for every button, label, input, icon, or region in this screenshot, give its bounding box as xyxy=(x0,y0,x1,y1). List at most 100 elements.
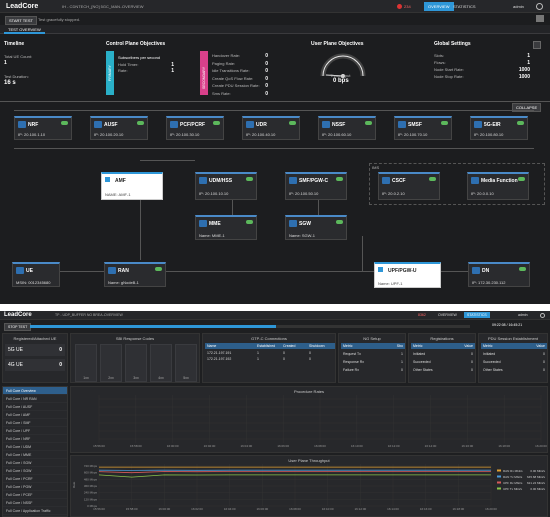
sms-rate-label: Sms Rate: xyxy=(212,90,231,96)
primary-label: PRIMARY xyxy=(108,65,112,81)
node-5geir-detail: IP: 20.100.80.10 xyxy=(474,132,504,137)
node-upf-name: UPF/PGW-U xyxy=(388,268,417,274)
sidebar-item[interactable]: Full Core / SGW xyxy=(3,467,67,475)
sidebar-item[interactable]: Full Core / NR RAN xyxy=(3,395,67,403)
sms-rate-value: 0 xyxy=(265,90,268,97)
table-row[interactable]: 172.21.197.192 1 0 0 xyxy=(205,356,335,362)
user-menu[interactable]: admin xyxy=(513,4,524,9)
stats-gear-icon[interactable] xyxy=(540,313,545,318)
edit-icon[interactable] xyxy=(533,41,541,49)
stats-breadcrumb-page[interactable]: OVERVIEW xyxy=(104,313,123,317)
cloud-icon xyxy=(61,121,68,125)
pdu-panel: PDU Session Establishment Metric Value In… xyxy=(478,333,548,383)
ng-setup-panel: NG Setup Metric Sbo Request Tx 1 Response … xyxy=(338,333,406,383)
breadcrumb-page[interactable]: OVERVIEW xyxy=(122,4,144,9)
node-smf-detail: IP: 20.100.50.10 xyxy=(289,191,319,196)
sidebar-item[interactable]: Full Core / UDM xyxy=(3,443,67,451)
registrations-panel: Registrations Metric Value Initiated 0 Suc… xyxy=(408,333,476,383)
node-smsf[interactable]: SMSF IP: 20.100.70.10 xyxy=(394,116,452,140)
gtpc-header: Name Established Created Shutdown xyxy=(205,343,335,349)
ue-count-label: Total UE Count: xyxy=(4,54,33,59)
start-test-button[interactable]: START TEST xyxy=(5,16,37,25)
node-sgw[interactable]: SGW Name: SGW-1 xyxy=(285,215,347,240)
gear-icon[interactable] xyxy=(536,3,543,10)
secondary-label: SECONDARY xyxy=(202,66,206,89)
alert-icon[interactable] xyxy=(397,4,402,9)
procedure-rates-chart: 15:56:00 15:58:00 16:00:00 16:02:00 16:04:00… xyxy=(93,395,547,448)
sidebar-item[interactable]: Full Core / PGW xyxy=(3,483,67,491)
node-ue[interactable]: UE MSIN: 0012345680 xyxy=(12,262,60,287)
node-cscf[interactable]: CSCF IP: 20.0.2.10 xyxy=(378,172,440,200)
node-udm[interactable]: UDM/HSS IP: 20.100.10.10 xyxy=(195,172,257,200)
node-5geir-name: 5G-EIR xyxy=(484,122,501,128)
sbi-column: 4xx xyxy=(150,344,172,382)
save-icon[interactable] xyxy=(536,15,544,22)
throughput-title: User Plane Throughput xyxy=(288,458,330,463)
node-nssf[interactable]: NSSF IP: 20.100.60.10 xyxy=(318,116,376,140)
sidebar-item[interactable]: Full Core / AMF xyxy=(3,411,67,419)
node-dn-name: DN xyxy=(482,268,490,274)
node-ran-detail: Name: gNodeB-1 xyxy=(108,280,139,285)
elapsed-time: 09:22:08 / 16:45:21 xyxy=(492,323,523,327)
sidebar-item[interactable]: Full Core / PCRF xyxy=(3,475,67,483)
stats-statistics-button[interactable]: STATISTICS xyxy=(464,312,490,318)
sidebar-item[interactable]: Full Core Overview xyxy=(3,387,67,395)
node-ue-name: UE xyxy=(26,268,33,274)
stats-overview-link[interactable]: OVERVIEW xyxy=(438,313,457,317)
node-pcf-detail: IP: 20.100.30.10 xyxy=(170,132,200,137)
gtpc-head-created: Created xyxy=(283,344,296,348)
sidebar-item[interactable]: Full Core / UPF xyxy=(3,427,67,435)
sidebar-item[interactable]: Full Core / Application Traffic xyxy=(3,507,67,515)
node-pcf[interactable]: PCF/PCRF IP: 20.100.30.10 xyxy=(166,116,224,140)
legend-value: 0.00 Mbit/s xyxy=(530,469,545,473)
sidebar-item[interactable]: Full Core / AUSF xyxy=(3,403,67,411)
primary-tag: PRIMARY xyxy=(106,51,114,95)
sidebar-item[interactable]: Full Core / SGW xyxy=(3,459,67,467)
node-mme[interactable]: MME Name: MME-1 xyxy=(195,215,257,240)
user-plane-title: User Plane Objectives xyxy=(311,41,364,47)
node-nrf[interactable]: NRF IP: 20.100.1.10 xyxy=(14,116,72,140)
pdu-title: PDU Session Establishment xyxy=(487,336,539,341)
x-tick-label: 15:56:00 xyxy=(93,507,105,511)
secondary-rows: Handover Rate: 0 Paging Rate: 0 Idle Trans… xyxy=(212,53,268,98)
tab-test-overview[interactable]: TEST OVERVIEW xyxy=(4,25,45,34)
node-ran[interactable]: RAN Name: gNodeB-1 xyxy=(104,262,166,287)
smf-icon xyxy=(289,177,297,184)
node-amf[interactable]: AMF NAME: AMF-1 xyxy=(101,172,163,200)
amf-checkbox[interactable] xyxy=(105,177,110,182)
node-dn[interactable]: DN IP: 172.30.230.112 xyxy=(468,262,530,287)
sbi-column: 1xx xyxy=(75,344,97,382)
stop-test-button[interactable]: STOP TEST xyxy=(4,323,32,331)
node-smf[interactable]: SMF/PGW-C IP: 20.100.50.10 xyxy=(285,172,347,200)
qos-rate-label: Create QoS Flow Rate: xyxy=(212,75,254,81)
pdu-value: 0 xyxy=(543,368,545,372)
sidebar-item[interactable]: Full Core / PCEF xyxy=(3,491,67,499)
core-bus-line xyxy=(14,148,534,149)
upf-checkbox[interactable] xyxy=(378,267,383,272)
globe-icon xyxy=(472,267,480,274)
y-tick-label: 120 Mbps xyxy=(84,497,98,501)
gtpc-head-established: Established xyxy=(257,344,276,348)
stats-user-menu[interactable]: admin xyxy=(518,313,528,317)
stats-breadcrumb-test[interactable]: TP - UDP_BUFFER NO BREA... xyxy=(55,313,106,317)
idle-rate-value: 0 xyxy=(265,68,268,74)
global-rows: Slots: 1 Flows: 1 Node Start Rate: 1000 Nod… xyxy=(434,53,530,81)
table-row: Other States 0 xyxy=(411,366,475,374)
sidebar-item[interactable]: Full Core / MME xyxy=(3,451,67,459)
sidebar-item[interactable]: Full Core / NRF xyxy=(3,435,67,443)
node-upf[interactable]: UPF/PGW-U Name: UPF-1 xyxy=(374,262,441,288)
node-media-function[interactable]: Media Function IP: 20.0.0.10 xyxy=(467,172,529,200)
paging-rate-label: Paging Rate: xyxy=(212,60,236,66)
statistics-link[interactable]: STATISTICS xyxy=(453,4,476,9)
sidebar-item[interactable]: Full Core / SMF xyxy=(3,419,67,427)
node-ausf[interactable]: AUSF IP: 20.100.20.10 xyxy=(90,116,148,140)
node-5geir[interactable]: 5G-EIR IP: 20.100.80.10 xyxy=(470,116,528,140)
breadcrumb-test[interactable]: IH - CDNTECH_[NO] 5GC_MAN... xyxy=(62,4,123,9)
node-udr[interactable]: UDR IP: 20.100.40.10 xyxy=(242,116,300,140)
paging-rate-value: 0 xyxy=(265,60,268,67)
ue-count-value: 1 xyxy=(4,60,7,66)
sidebar-item[interactable]: Full Core / NSSF xyxy=(3,499,67,507)
flows-value: 1 xyxy=(527,60,530,66)
pcf-icon xyxy=(170,121,178,128)
overview-button[interactable]: OVERVIEW xyxy=(424,2,454,11)
